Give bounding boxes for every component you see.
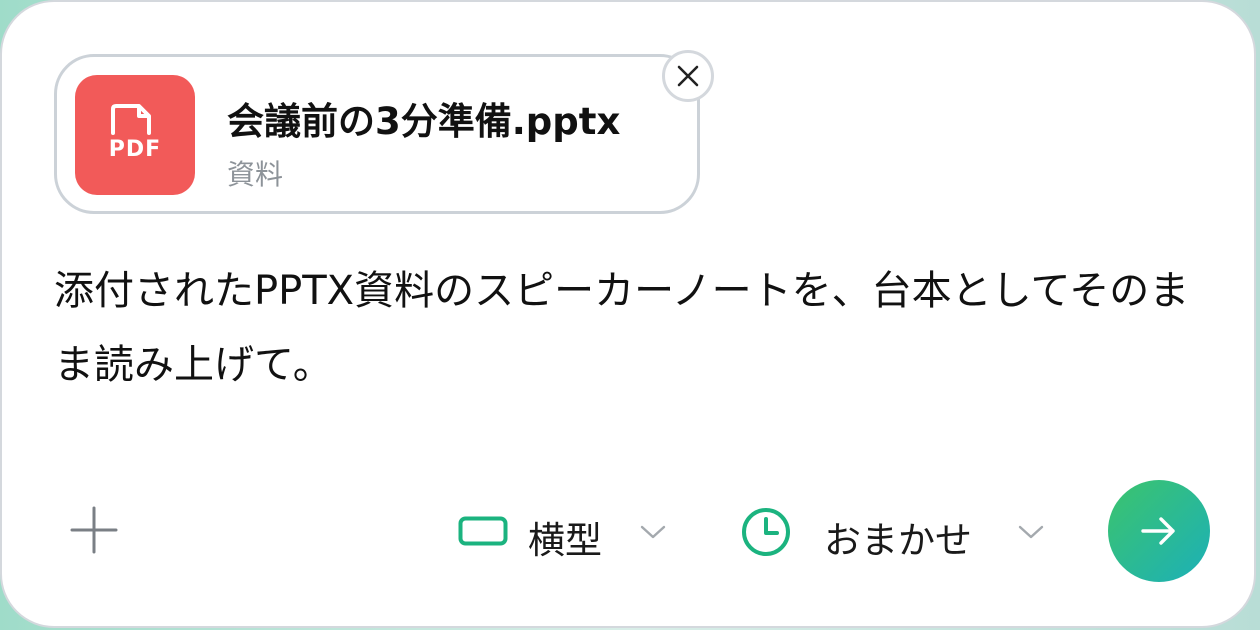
add-button[interactable]	[66, 502, 122, 558]
attachment-file-kind: 資料	[227, 158, 284, 191]
plus-icon	[70, 506, 118, 554]
clock-icon	[742, 508, 790, 556]
send-button[interactable]	[1108, 480, 1210, 582]
duration-label: おまかせ	[824, 519, 972, 562]
attachment-file-name: 会議前の3分準備.pptx	[227, 100, 621, 143]
aspect-ratio-label: 横型	[528, 519, 602, 562]
close-icon	[677, 65, 699, 87]
remove-attachment-button[interactable]	[662, 50, 714, 102]
chevron-down-icon	[640, 525, 666, 539]
file-type-label: PDF	[108, 137, 162, 162]
composer-card: PDF 会議前の3分準備.pptx 資料 添付されたPPTX資料のスピーカーノー…	[0, 0, 1256, 628]
attachment-chip[interactable]: PDF 会議前の3分準備.pptx 資料	[54, 54, 700, 214]
arrow-right-icon	[1141, 517, 1175, 545]
prompt-text[interactable]: 添付されたPPTX資料のスピーカーノートを、台本としてそのまま読み上げて。	[54, 254, 1204, 402]
landscape-rectangle-icon	[458, 516, 508, 546]
duration-selector[interactable]: おまかせ	[738, 502, 1058, 562]
file-type-tile: PDF	[75, 75, 195, 195]
aspect-ratio-selector[interactable]: 横型	[454, 502, 674, 562]
file-icon	[111, 104, 151, 135]
chevron-down-icon	[1018, 525, 1044, 539]
